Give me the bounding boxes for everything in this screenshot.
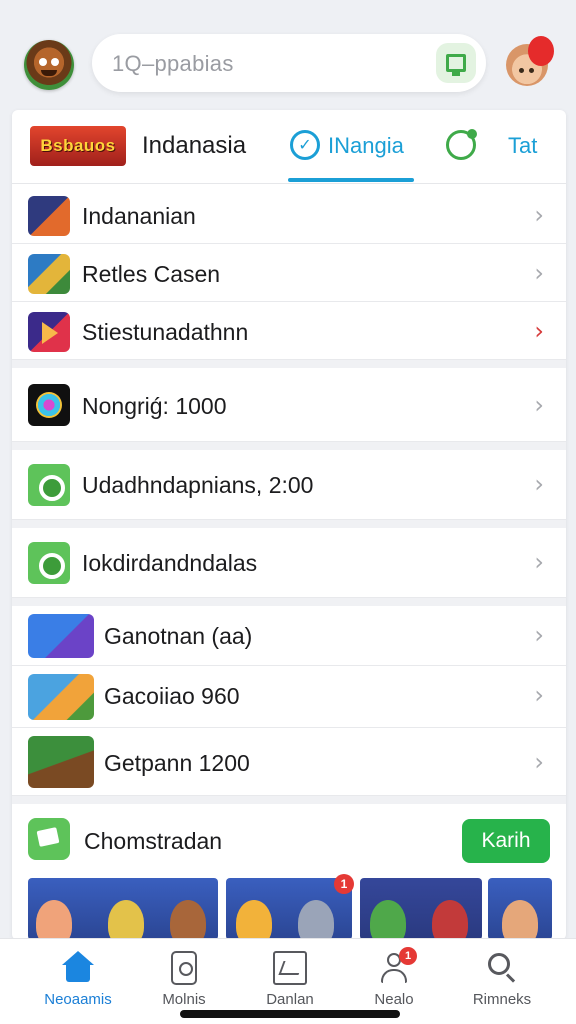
character-figure	[370, 900, 406, 940]
avatar-eye	[39, 58, 47, 66]
chevron-right-icon: ›	[534, 748, 544, 776]
game-logo[interactable]: Bsbauos	[30, 126, 126, 166]
nav-item-charts[interactable]: Danlan	[240, 945, 340, 1015]
gallery-tile[interactable]	[360, 878, 482, 940]
game-thumbnail	[28, 196, 70, 236]
user-icon: 1	[377, 947, 417, 985]
list-item-label: Udadhndapnians, 2:00	[82, 472, 314, 498]
list-item-label: Nongriǵ: 1000	[82, 393, 227, 419]
list-item-label: Indananian	[82, 203, 196, 229]
app-icon	[28, 464, 70, 506]
nav-label: Danlan	[266, 991, 314, 1008]
tab-active[interactable]: INangia	[328, 133, 404, 159]
chevron-right-icon: ›	[534, 391, 544, 419]
chevron-right-icon: ›	[534, 259, 544, 287]
chevron-right-icon: ›	[534, 548, 544, 576]
character-figure	[502, 900, 538, 940]
character-gallery: 1	[28, 874, 552, 940]
document-icon	[171, 951, 197, 985]
chevron-right-icon: ›	[534, 317, 544, 345]
character-figure	[432, 900, 468, 940]
character-figure	[108, 900, 144, 940]
section-divider	[12, 520, 566, 528]
gallery-tile[interactable]	[226, 878, 352, 940]
list-item-label: Retles Casen	[82, 261, 221, 287]
list-item[interactable]: Getpann 1200 ›	[12, 728, 566, 796]
nav-label: Nealo	[374, 991, 414, 1008]
tab-title[interactable]: Indanasia	[142, 132, 246, 160]
check-circle-icon[interactable]: ✓	[290, 130, 320, 160]
character-figure	[236, 900, 272, 940]
list-item-label: Gacoiiao 960	[104, 683, 240, 709]
character-figure	[170, 900, 206, 940]
avatar-eye	[529, 68, 534, 73]
game-thumbnail	[28, 736, 94, 788]
list-item[interactable]: Gacoiiao 960 ›	[12, 666, 566, 728]
promo-icon	[28, 818, 70, 860]
nav-label: Neoaamis	[44, 991, 112, 1008]
game-thumbnail	[28, 674, 94, 720]
app-icon	[28, 542, 70, 584]
chart-icon	[273, 951, 307, 985]
list-item-label: Stiestunadathnn	[82, 319, 249, 345]
chevron-right-icon: ›	[534, 201, 544, 229]
section-divider	[12, 442, 566, 450]
search-input[interactable]: 1Q–ppabias	[112, 51, 234, 77]
list-item[interactable]: Stiestunadathnn ›	[12, 302, 566, 360]
gallery-tile[interactable]	[28, 878, 218, 940]
character-figure	[36, 900, 72, 940]
section-divider	[12, 796, 566, 804]
promo-action-button[interactable]: Karih	[462, 819, 550, 863]
chevron-right-icon: ›	[534, 621, 544, 649]
nav-item-search[interactable]: Rimneks	[452, 945, 552, 1015]
green-square-icon	[446, 54, 466, 76]
profile-avatar[interactable]	[24, 40, 74, 90]
active-tab-indicator	[288, 178, 414, 182]
game-thumbnail	[28, 312, 70, 352]
notification-badge: 1	[334, 874, 354, 894]
list-item[interactable]: Ganotnan (aa) ›	[12, 606, 566, 666]
gallery-tile[interactable]	[488, 878, 552, 940]
balloon-icon	[528, 36, 554, 66]
tab-third[interactable]: Tat	[508, 133, 537, 159]
home-indicator	[180, 1010, 400, 1018]
nav-item-home[interactable]: Neoaamis	[28, 945, 128, 1015]
search-bar[interactable]: 1Q–ppabias	[92, 34, 486, 92]
home-icon	[61, 951, 95, 985]
section-divider	[12, 598, 566, 606]
list-item[interactable]: Udadhndapnians, 2:00 ›	[12, 450, 566, 520]
list-item-label: Iokdirdandndalas	[82, 550, 258, 576]
top-bar: 1Q–ppabias	[0, 0, 576, 110]
search-action-button[interactable]	[436, 43, 476, 83]
avatar-eye	[51, 58, 59, 66]
nav-item-documents[interactable]: Molnis	[134, 945, 234, 1015]
game-thumbnail	[28, 254, 70, 294]
section-divider	[12, 360, 566, 368]
character-figure	[298, 900, 334, 940]
avatar-eye	[519, 68, 524, 73]
game-thumbnail	[28, 384, 70, 426]
search-icon	[485, 951, 519, 985]
list-item[interactable]: Indananian ›	[12, 186, 566, 244]
avatar-mouth	[41, 70, 57, 76]
list-item[interactable]: Nongriǵ: 1000 ›	[12, 368, 566, 442]
notification-avatar[interactable]	[506, 36, 554, 86]
green-circle-icon[interactable]	[446, 129, 477, 160]
game-thumbnail	[28, 614, 94, 658]
list-item[interactable]: Iokdirdandndalas ›	[12, 528, 566, 598]
promo-title: Chomstradan	[84, 828, 223, 854]
tab-bar: Bsbauos Indanasia ✓ INangia Tat	[12, 110, 566, 184]
list-item-label: Ganotnan (aa)	[104, 623, 253, 649]
nav-item-profile[interactable]: 1 Nealo	[344, 945, 444, 1015]
nav-label: Molnis	[162, 991, 206, 1008]
list-item-label: Getpann 1200	[104, 750, 250, 776]
nav-label: Rimneks	[472, 991, 532, 1008]
chevron-right-icon: ›	[534, 681, 544, 709]
list-item[interactable]: Retles Casen ›	[12, 244, 566, 302]
chevron-right-icon: ›	[534, 470, 544, 498]
main-card: Bsbauos Indanasia ✓ INangia Tat Indanani…	[12, 110, 566, 940]
notification-badge: 1	[399, 947, 417, 965]
